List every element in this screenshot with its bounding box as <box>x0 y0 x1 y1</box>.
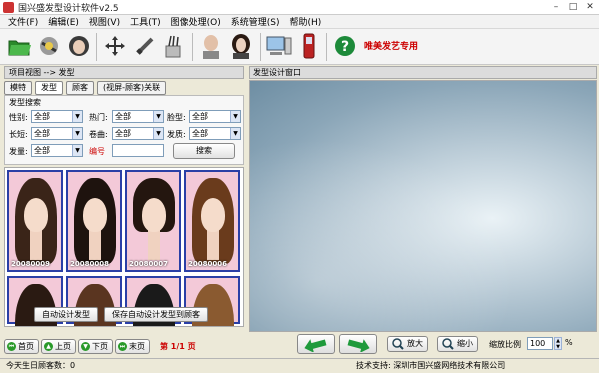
curl-select[interactable]: 全部 ▼ <box>112 127 164 140</box>
arrow-down-icon: ▼ <box>81 341 90 351</box>
redo-button[interactable] <box>339 334 377 354</box>
tab-hairstyle[interactable]: 发型 <box>35 81 63 95</box>
tech-support: 技术支持: 深圳市国兴盛网络技术有限公司 <box>356 361 506 370</box>
zoom-spinner[interactable]: ▲ ▼ <box>554 337 562 350</box>
first-page-icon: ⏮ <box>7 341 16 351</box>
menu-edit[interactable]: 编辑(E) <box>48 15 79 28</box>
hairstyle-card[interactable]: 20080006 <box>184 170 240 272</box>
face-tool-icon[interactable] <box>36 33 62 59</box>
zoom-unit: % <box>565 338 573 347</box>
gender-select[interactable]: 全部 ▼ <box>31 110 83 123</box>
hot-select[interactable]: 全部 ▼ <box>112 110 164 123</box>
toolbar: ? 唯美发艺专用 <box>0 29 599 65</box>
hairstyle-code: 20080007 <box>129 260 168 268</box>
hair-model-icon[interactable] <box>228 33 254 59</box>
hairstyle-card[interactable]: 20080008 <box>66 170 122 272</box>
title-bar: 国兴盛发型设计软件v2.5 – □ ✕ <box>0 0 599 15</box>
next-page-button[interactable]: ▼ 下页 <box>78 338 113 354</box>
help-icon[interactable]: ? <box>332 33 358 59</box>
tab-customer[interactable]: 顾客 <box>66 81 94 95</box>
zoom-ratio-input[interactable]: 100 <box>527 337 553 350</box>
hot-label: 热门: <box>89 113 108 122</box>
save-auto-design-button[interactable]: 保存自动设计发型到顾客 <box>104 307 208 322</box>
hairstyle-code: 20080006 <box>188 260 227 268</box>
length-select[interactable]: 全部 ▼ <box>31 127 83 140</box>
zoom-ratio-label: 缩放比例 <box>489 340 521 349</box>
chevron-down-icon: ▼ <box>230 111 240 122</box>
menu-help[interactable]: 帮助(H) <box>290 15 322 28</box>
search-button[interactable]: 搜索 <box>173 143 235 159</box>
curl-label: 卷曲: <box>89 130 108 139</box>
face-shape-label: 脸型: <box>167 113 186 122</box>
hairstyle-code: 20080008 <box>70 260 109 268</box>
hairstyle-search-panel: 发型搜索 性别: 全部 ▼ 热门: 全部 ▼ 脸型: 全部 ▼ 长短: 全部 ▼ 卷曲:… <box>4 95 244 165</box>
close-button[interactable]: ✕ <box>583 1 597 13</box>
undo-button[interactable] <box>297 334 335 354</box>
design-canvas[interactable] <box>249 80 597 332</box>
comb-icon[interactable] <box>132 33 158 59</box>
zoom-out-icon <box>442 338 454 350</box>
status-bar: 今天生日顾客数：0 技术支持: 深圳市国兴盛网络技术有限公司 <box>0 358 599 373</box>
length-label: 长短: <box>9 130 28 139</box>
move-icon[interactable] <box>102 33 128 59</box>
app-icon <box>3 1 14 13</box>
hairstyle-card[interactable]: 20080007 <box>125 170 181 272</box>
project-view-header: 项目视图 --> 发型 <box>4 66 244 79</box>
prev-page-button[interactable]: ▲ 上页 <box>41 338 76 354</box>
chevron-down-icon: ▼ <box>230 128 240 139</box>
menu-system[interactable]: 系统管理(S) <box>231 15 280 28</box>
mobile-phone-icon[interactable] <box>296 33 322 59</box>
menu-bar: 文件(F) 编辑(E) 视图(V) 工具(T) 图像处理(O) 系统管理(S) … <box>0 15 599 29</box>
volume-label: 发量: <box>9 147 28 156</box>
chevron-down-icon: ▼ <box>72 128 82 139</box>
first-page-button[interactable]: ⏮ 首页 <box>4 338 39 354</box>
hair-quality-label: 发质: <box>167 130 186 139</box>
model-face-icon[interactable] <box>66 33 92 59</box>
code-input[interactable] <box>112 144 164 157</box>
hair-tools-icon[interactable] <box>160 33 186 59</box>
bald-model-icon[interactable] <box>198 33 224 59</box>
auto-design-button[interactable]: 自动设计发型 <box>34 307 98 322</box>
zoom-in-button[interactable]: 放大 <box>387 336 428 352</box>
zoom-out-button[interactable]: 缩小 <box>437 336 478 352</box>
birthday-count: 今天生日顾客数：0 <box>6 361 76 370</box>
computer-icon[interactable] <box>266 33 292 59</box>
gender-label: 性别: <box>9 113 28 122</box>
redo-arrow-icon <box>347 339 370 352</box>
menu-view[interactable]: 视图(V) <box>89 15 120 28</box>
chevron-down-icon: ▼ <box>153 128 163 139</box>
open-folder-icon[interactable] <box>6 33 32 59</box>
svg-text:?: ? <box>341 39 349 55</box>
window-title: 国兴盛发型设计软件v2.5 <box>18 3 119 14</box>
arrow-up-icon: ▲ <box>44 341 53 351</box>
tab-model[interactable]: 模特 <box>4 81 32 95</box>
face-shape-select[interactable]: 全部 ▼ <box>189 110 241 123</box>
menu-tools[interactable]: 工具(T) <box>130 15 161 28</box>
design-window-header: 发型设计窗口 <box>249 66 597 79</box>
chevron-down-icon: ▼ <box>153 111 163 122</box>
code-label: 编号 <box>89 147 105 156</box>
tab-video-customer-link[interactable]: (视屏-顾客)关联 <box>97 81 167 95</box>
chevron-down-icon: ▼ <box>72 145 82 156</box>
hairstyle-card[interactable]: 20080009 <box>7 170 63 272</box>
maximize-button[interactable]: □ <box>566 1 580 13</box>
pager: ⏮ 首页 ▲ 上页 ▼ 下页 ⏭ 末页 第 1/1 页 <box>4 337 244 355</box>
undo-arrow-icon <box>304 339 327 352</box>
page-info: 第 1/1 页 <box>160 341 196 351</box>
last-page-button[interactable]: ⏭ 末页 <box>115 338 150 354</box>
volume-select[interactable]: 全部 ▼ <box>31 144 83 157</box>
hairstyle-gallery: 20080009 20080008 20080007 20080006 <box>4 167 244 327</box>
search-legend: 发型搜索 <box>9 98 41 107</box>
design-toolbar: 放大 缩小 缩放比例 100 ▲ ▼ % <box>249 333 597 355</box>
salon-label: 唯美发艺专用 <box>364 42 419 52</box>
chevron-down-icon: ▼ <box>72 111 82 122</box>
hairstyle-code: 20080009 <box>11 260 50 268</box>
minimize-button[interactable]: – <box>549 1 563 13</box>
hair-quality-select[interactable]: 全部 ▼ <box>189 127 241 140</box>
last-page-icon: ⏭ <box>118 341 127 351</box>
category-tabs: 模特 发型 顾客 (视屏-顾客)关联 <box>4 81 244 95</box>
zoom-in-icon <box>392 338 404 350</box>
menu-image[interactable]: 图像处理(O) <box>171 15 221 28</box>
menu-file[interactable]: 文件(F) <box>8 15 38 28</box>
